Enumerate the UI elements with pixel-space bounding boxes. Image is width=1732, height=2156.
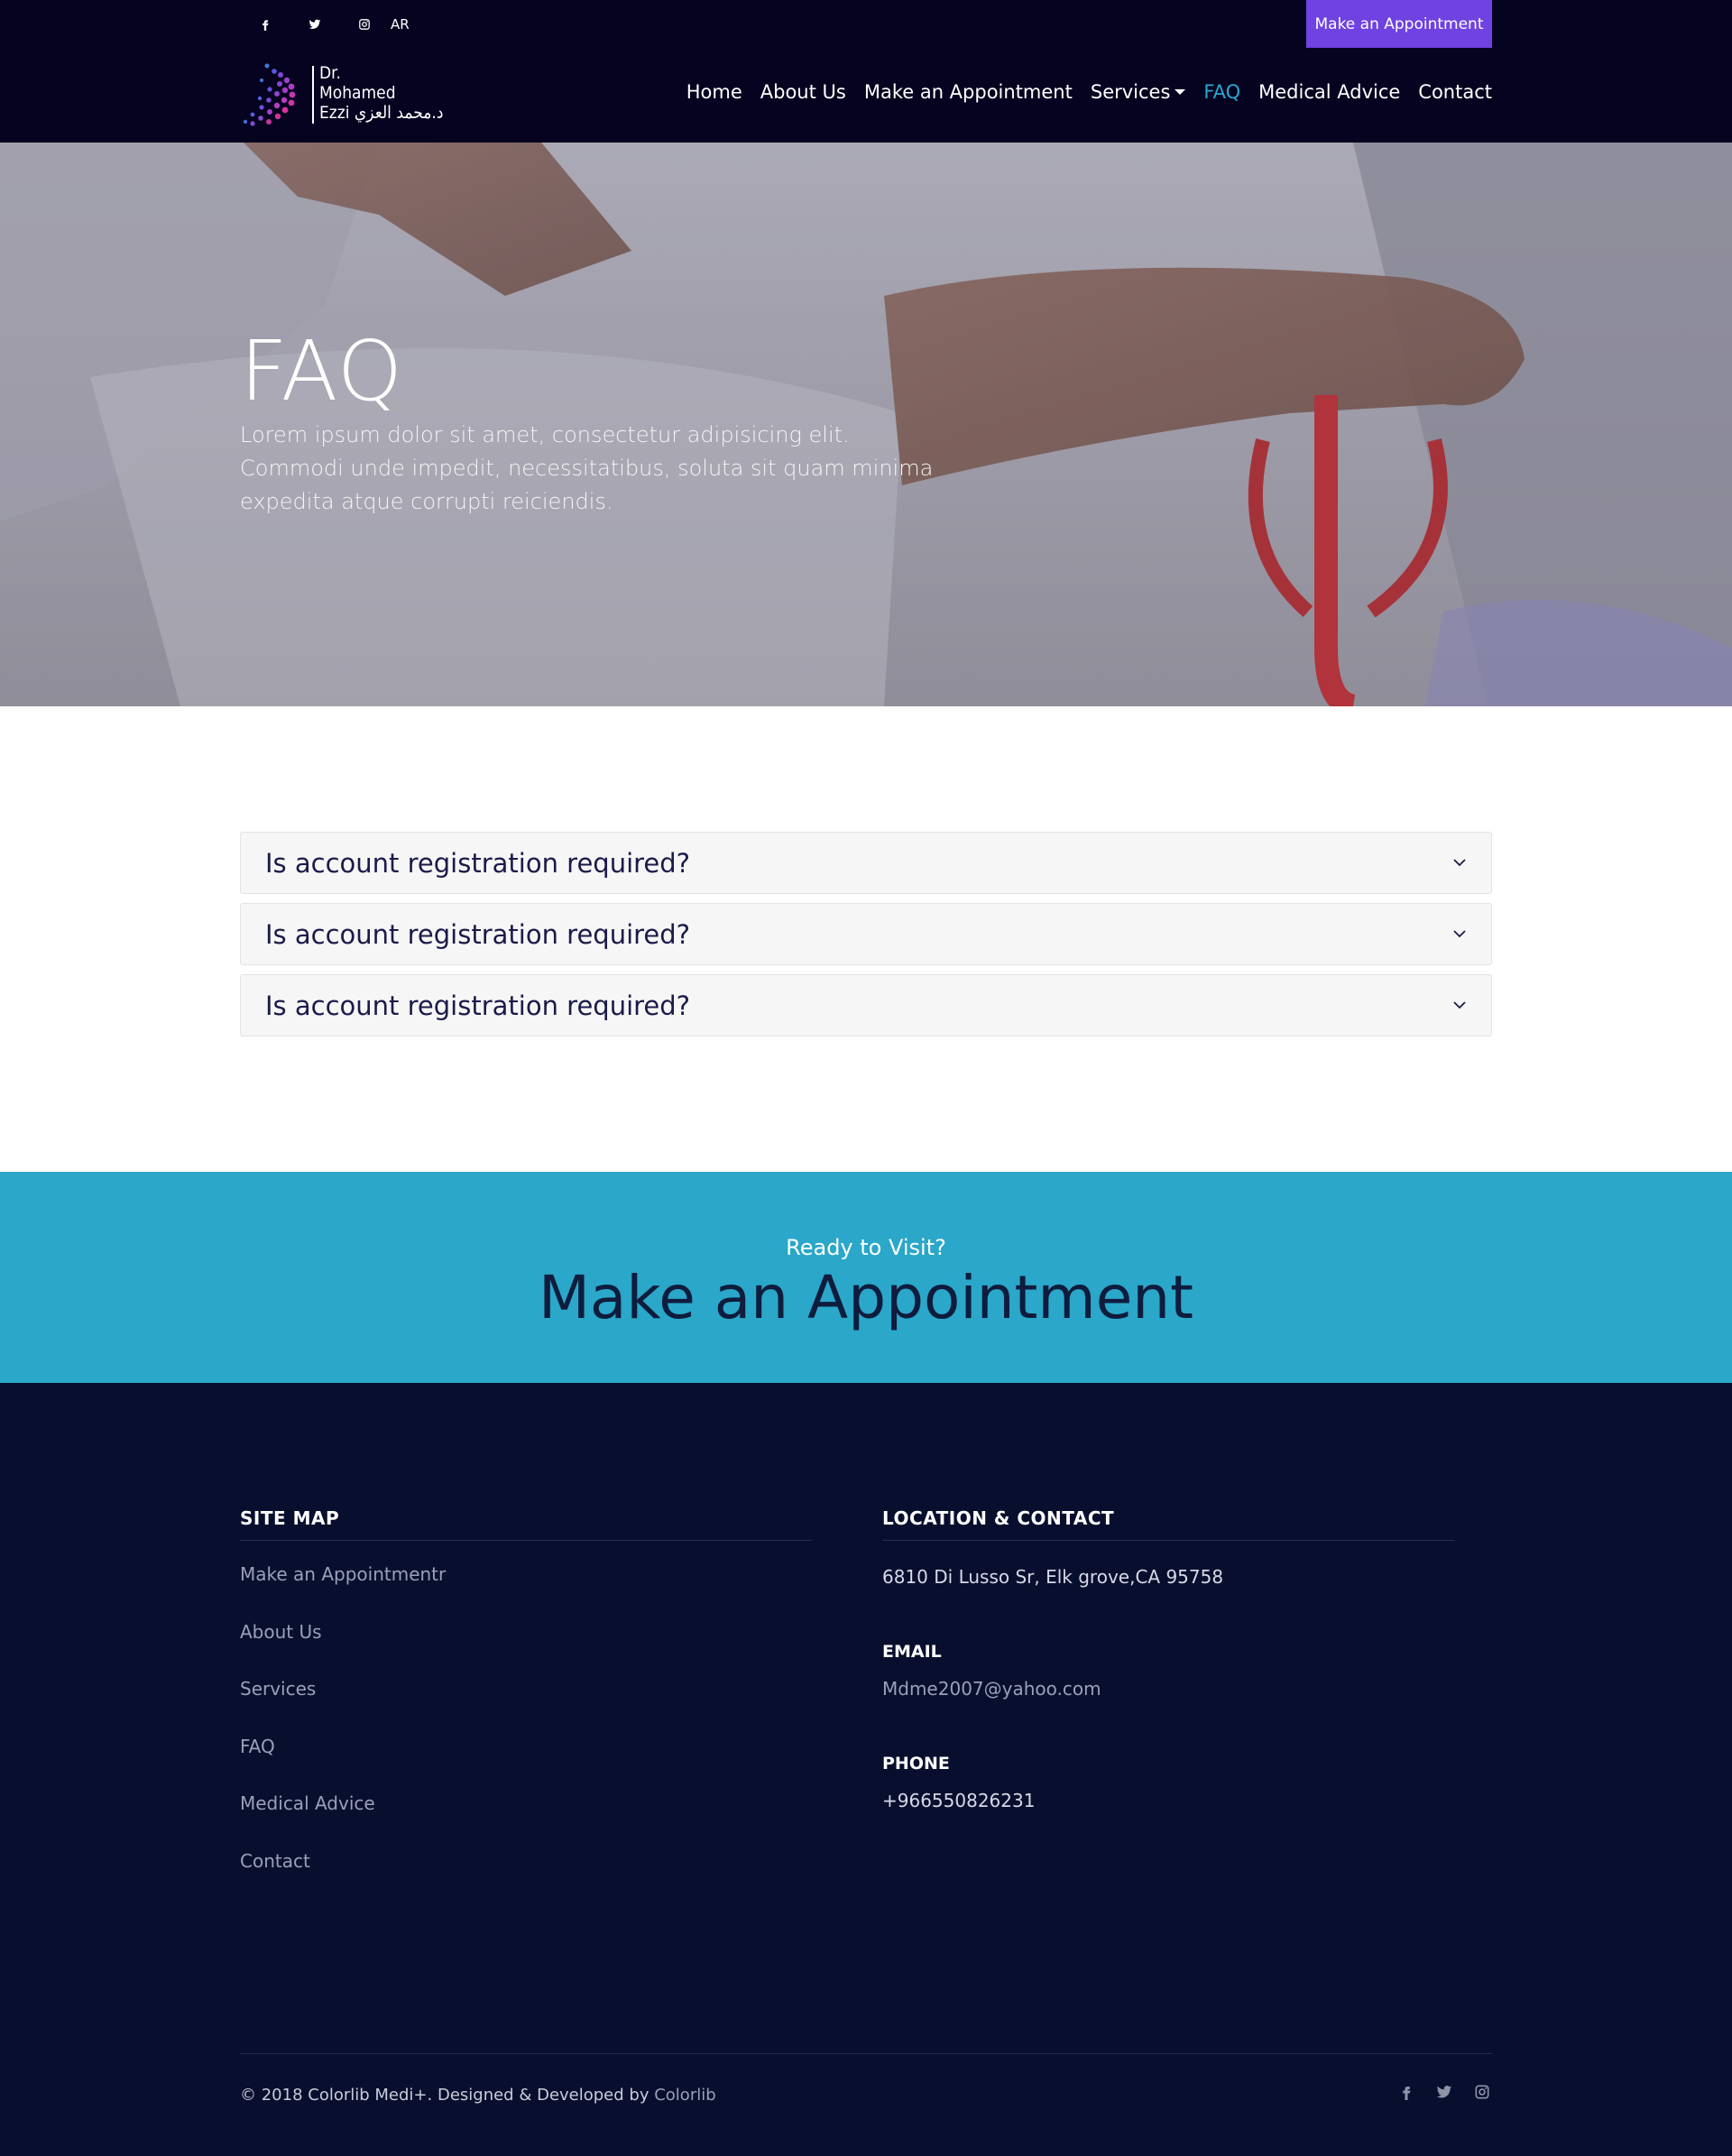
cta-make-appointment-link[interactable]: Make an Appointment [0, 1263, 1732, 1332]
footer-link-faq[interactable]: FAQ [240, 1733, 812, 1791]
copyright-notice: © 2018 Colorlib Medi+. Designed & Develo… [240, 2086, 650, 2105]
faq-question: Is account registration required? [265, 847, 691, 879]
faq-question: Is account registration required? [265, 990, 691, 1021]
hero-banner: FAQ Lorem ipsum dolor sit amet, consecte… [0, 143, 1732, 706]
facebook-icon[interactable] [1396, 2082, 1416, 2102]
nav-item-home[interactable]: Home [686, 81, 742, 103]
colorlib-link[interactable]: Colorlib [654, 2086, 715, 2105]
appointment-cta-band: Ready to Visit? Make an Appointment [0, 1172, 1732, 1383]
site-header: AR Make an Appointment Dr. Mohamed Ezzi … [0, 0, 1732, 143]
faq-question: Is account registration required? [265, 918, 691, 950]
footer-link-services[interactable]: Services [240, 1675, 812, 1733]
site-logo[interactable]: Dr. Mohamed Ezzi د.محمد العزي [240, 60, 474, 130]
sitemap-heading: SITE MAP [240, 1507, 812, 1541]
nav-item-contact[interactable]: Contact [1418, 81, 1492, 103]
page-title: FAQ [240, 323, 404, 419]
language-switch[interactable]: AR [391, 16, 410, 32]
chevron-down-icon [1451, 997, 1468, 1013]
top-social-links: AR [240, 0, 410, 48]
twitter-icon[interactable] [290, 0, 339, 48]
logo-mark-icon [243, 63, 296, 126]
nav-item-services-label: Services [1090, 81, 1171, 103]
nav-item-about-us[interactable]: About Us [760, 81, 846, 103]
email-label: EMAIL [882, 1642, 942, 1662]
nav-item-faq[interactable]: FAQ [1203, 81, 1240, 103]
logo-divider [312, 66, 314, 124]
sitemap-links: Make an Appointmentr About Us Services F… [240, 1561, 812, 1904]
chevron-down-icon [1451, 854, 1468, 871]
chevron-down-icon [1451, 926, 1468, 942]
footer-divider [240, 2053, 1492, 2054]
faq-accordion: Is account registration required? Is acc… [240, 832, 1492, 1046]
instagram-icon[interactable] [1472, 2082, 1492, 2102]
footer-link-about-us[interactable]: About Us [240, 1618, 812, 1676]
logo-line-2: Mohamed [319, 83, 396, 103]
facebook-icon[interactable] [240, 0, 290, 48]
copyright-text: © 2018 Colorlib Medi+. Designed & Develo… [240, 2086, 716, 2105]
site-footer: SITE MAP Make an Appointmentr About Us S… [0, 1383, 1732, 2156]
contact-heading: LOCATION & CONTACT [882, 1507, 1454, 1541]
footer-link-medical-advice[interactable]: Medical Advice [240, 1790, 812, 1847]
contact-email-link[interactable]: Mdme2007@yahoo.com [882, 1678, 1454, 1700]
faq-item[interactable]: Is account registration required? [240, 903, 1492, 965]
faq-item[interactable]: Is account registration required? [240, 832, 1492, 894]
hero-subtitle: Lorem ipsum dolor sit amet, consectetur … [240, 422, 934, 514]
topbar: AR Make an Appointment [240, 0, 1492, 48]
footer-contact: LOCATION & CONTACT 6810 Di Lusso Sr, Elk… [882, 1507, 1454, 1811]
contact-phone: +966550826231 [882, 1790, 1036, 1811]
footer-link-contact[interactable]: Contact [240, 1847, 812, 1905]
faq-item[interactable]: Is account registration required? [240, 974, 1492, 1037]
nav-item-services[interactable]: Services [1091, 81, 1186, 103]
footer-sitemap: SITE MAP Make an Appointmentr About Us S… [240, 1507, 812, 1904]
logo-line-1: Dr. [319, 63, 341, 83]
cta-kicker: Ready to Visit? [786, 1235, 946, 1260]
main-nav: Home About Us Make an Appointment Servic… [668, 81, 1492, 103]
caret-down-icon [1175, 89, 1186, 95]
nav-item-make-appointment[interactable]: Make an Appointment [864, 81, 1073, 103]
logo-text: Dr. Mohamed Ezzi د.محمد العزي [319, 63, 443, 123]
contact-address: 6810 Di Lusso Sr, Elk grove,CA 95758 [882, 1566, 1224, 1588]
logo-line-3: Ezzi د.محمد العزي [319, 103, 444, 123]
instagram-icon[interactable] [339, 0, 389, 48]
make-appointment-button[interactable]: Make an Appointment [1306, 0, 1492, 48]
nav-item-medical-advice[interactable]: Medical Advice [1258, 81, 1400, 103]
phone-label: PHONE [882, 1754, 950, 1774]
twitter-icon[interactable] [1434, 2082, 1454, 2102]
footer-social-links [1396, 2082, 1492, 2102]
footer-link-make-appointment[interactable]: Make an Appointmentr [240, 1561, 812, 1618]
